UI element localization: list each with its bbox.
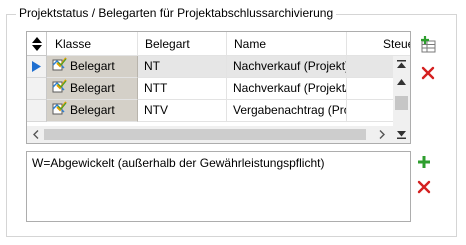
row-pointer-icon <box>27 56 47 78</box>
klasse-cell[interactable]: Belegart <box>47 78 138 100</box>
document-check-icon <box>51 78 67 99</box>
belegart-cell[interactable]: NTT <box>138 78 227 100</box>
scroll-left-icon[interactable] <box>27 126 44 143</box>
horizontal-scrollbar[interactable] <box>27 126 393 143</box>
name-cell[interactable]: Vergabenachtrag (Pro <box>227 100 347 122</box>
name-cell[interactable]: Nachverkauf (Projekt/ <box>227 78 347 100</box>
column-header-name[interactable]: Name <box>227 32 347 56</box>
belegart-grid[interactable]: Klasse Belegart Name Steue Belegart NT N… <box>26 31 411 144</box>
scroll-up-icon[interactable] <box>393 73 410 90</box>
steue-cell[interactable] <box>347 56 393 78</box>
table-row[interactable]: Belegart NT Nachverkauf (Projekt) <box>27 56 393 78</box>
add-table-row-icon[interactable] <box>419 36 437 54</box>
group-title: Projektstatus / Belegarten für Projektab… <box>16 6 337 20</box>
column-header-klasse[interactable]: Klasse <box>47 32 138 56</box>
klasse-label: Belegart <box>70 103 115 117</box>
delete-icon[interactable] <box>415 178 433 196</box>
grid-header: Klasse Belegart Name Steue <box>27 32 410 56</box>
add-icon[interactable] <box>415 153 433 171</box>
sort-updown-icon[interactable] <box>27 32 47 56</box>
steue-cell[interactable] <box>347 100 393 122</box>
horizontal-scroll-thumb[interactable] <box>44 129 366 140</box>
belegart-cell[interactable]: NTV <box>138 100 227 122</box>
vertical-scroll-thumb[interactable] <box>395 96 408 110</box>
scroll-top-icon[interactable] <box>393 56 410 73</box>
row-indicator <box>27 100 47 122</box>
document-check-icon <box>51 56 67 77</box>
column-header-belegart[interactable]: Belegart <box>138 32 227 56</box>
row-indicator <box>27 78 47 100</box>
memo-text[interactable]: W=Abgewickelt (außerhalb der Gewährleist… <box>26 151 411 222</box>
klasse-label: Belegart <box>70 81 115 95</box>
column-header-steue[interactable]: Steue <box>347 32 410 56</box>
name-cell[interactable]: Nachverkauf (Projekt) <box>227 56 347 78</box>
scroll-bottom-icon[interactable] <box>393 126 410 143</box>
delete-icon[interactable] <box>419 64 437 82</box>
table-row[interactable]: Belegart NTT Nachverkauf (Projekt/ <box>27 78 393 100</box>
table-row[interactable]: Belegart NTV Vergabenachtrag (Pro <box>27 100 393 122</box>
steue-cell[interactable] <box>347 78 393 100</box>
klasse-cell[interactable]: Belegart <box>47 56 138 78</box>
document-check-icon <box>51 100 67 121</box>
scroll-right-icon[interactable] <box>373 126 390 143</box>
klasse-label: Belegart <box>70 59 115 73</box>
klasse-cell[interactable]: Belegart <box>47 100 138 122</box>
belegart-cell[interactable]: NT <box>138 56 227 78</box>
